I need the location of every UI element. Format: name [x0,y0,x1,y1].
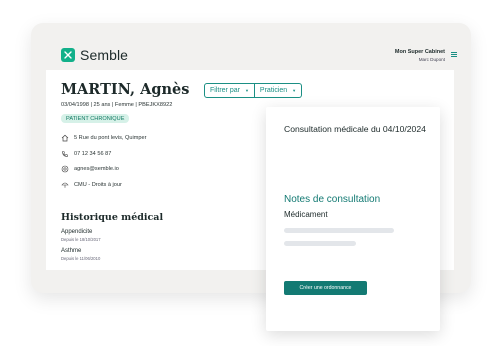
practitioner-dropdown[interactable]: Praticien ▼ [254,83,303,98]
consultation-panel: Consultation médicale du 04/10/2024 Note… [266,107,440,331]
patient-meta: 03/04/1998 | 25 ans | Femme | PBEJKX8922 [61,102,173,108]
patient-insurance: CMU - Droits à jour [74,182,122,188]
filter-button-group: Filtrer par ▼ Praticien ▼ [204,83,303,98]
history-item-name: Appendicite [61,229,93,235]
consultation-notes-heading: Notes de consultation [284,194,381,205]
history-item-date: Depuis le 11/06/2010 [61,256,101,261]
filter-by-dropdown[interactable]: Filtrer par ▼ [204,83,255,98]
medical-history-title: Historique médical [61,212,164,223]
semble-logo-icon [61,48,75,62]
cabinet-info[interactable]: Mon Super Cabinet Marc Dupont [395,49,445,62]
consultation-title: Consultation médicale du 04/10/2024 [284,124,426,134]
create-prescription-button[interactable]: Créer une ordonnance [284,281,367,295]
patient-name: MARTIN, Agnès [61,81,190,98]
app-logo-text: Semble [80,47,129,63]
top-bar: Semble Mon Super Cabinet Marc Dupont [31,23,471,69]
umbrella-icon [61,182,69,188]
chevron-down-icon: ▼ [292,88,297,93]
patient-status-badge: PATIENT CHRONIQUE [61,114,130,123]
cabinet-name: Mon Super Cabinet [394,49,445,55]
placeholder-line [284,228,394,233]
patient-address: 5 Rue du pont levis, Quimper [74,135,147,141]
practitioner-label: Praticien [259,87,288,94]
patient-email[interactable]: agnes@semble.io [74,166,119,172]
medication-label: Médicament [284,210,328,219]
chevron-down-icon: ▼ [244,88,249,93]
home-icon [61,134,69,142]
at-sign-icon [61,165,69,173]
history-item[interactable]: Appendicite Depuis le 18/10/2017 [61,229,101,242]
filter-by-label: Filtrer par [210,87,240,94]
patient-phone[interactable]: 07 12 34 56 87 [74,151,111,157]
hamburger-menu-icon[interactable] [451,52,457,58]
history-item[interactable]: Asthme Depuis le 11/06/2010 [61,248,100,261]
phone-icon [62,151,68,157]
placeholder-line [284,241,356,246]
user-name: Marc Dupont [418,57,445,62]
history-item-name: Asthme [61,248,82,254]
history-item-date: Depuis le 18/10/2017 [61,237,101,242]
